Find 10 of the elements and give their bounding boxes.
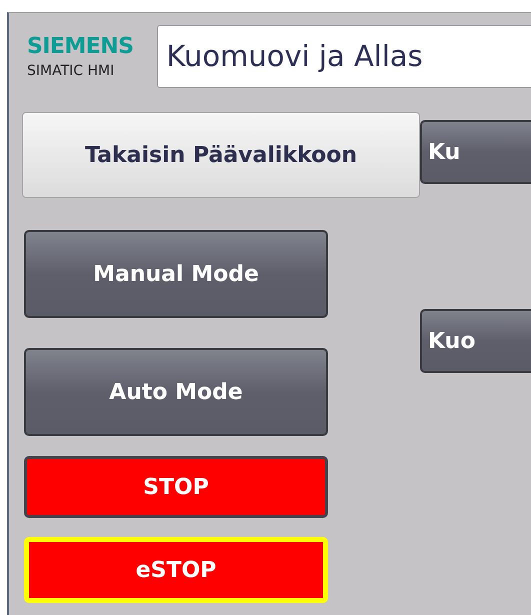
brand-logo: SIEMENS bbox=[27, 36, 134, 58]
back-button[interactable]: Takaisin Päävalikkoon bbox=[22, 112, 420, 198]
screen-title-field: Kuomuovi ja Allas bbox=[157, 25, 531, 88]
stop-button[interactable]: STOP bbox=[24, 456, 328, 518]
product-label: SIMATIC HMI bbox=[27, 64, 116, 78]
mode-button[interactable]: Auto Mode bbox=[24, 348, 328, 436]
mode-button[interactable]: Manual Mode bbox=[24, 230, 328, 318]
navigation-button[interactable]: Ku bbox=[420, 120, 531, 184]
emergency-stop-button[interactable]: eSTOP bbox=[24, 537, 328, 603]
navigation-button[interactable]: Kuo bbox=[420, 309, 531, 373]
